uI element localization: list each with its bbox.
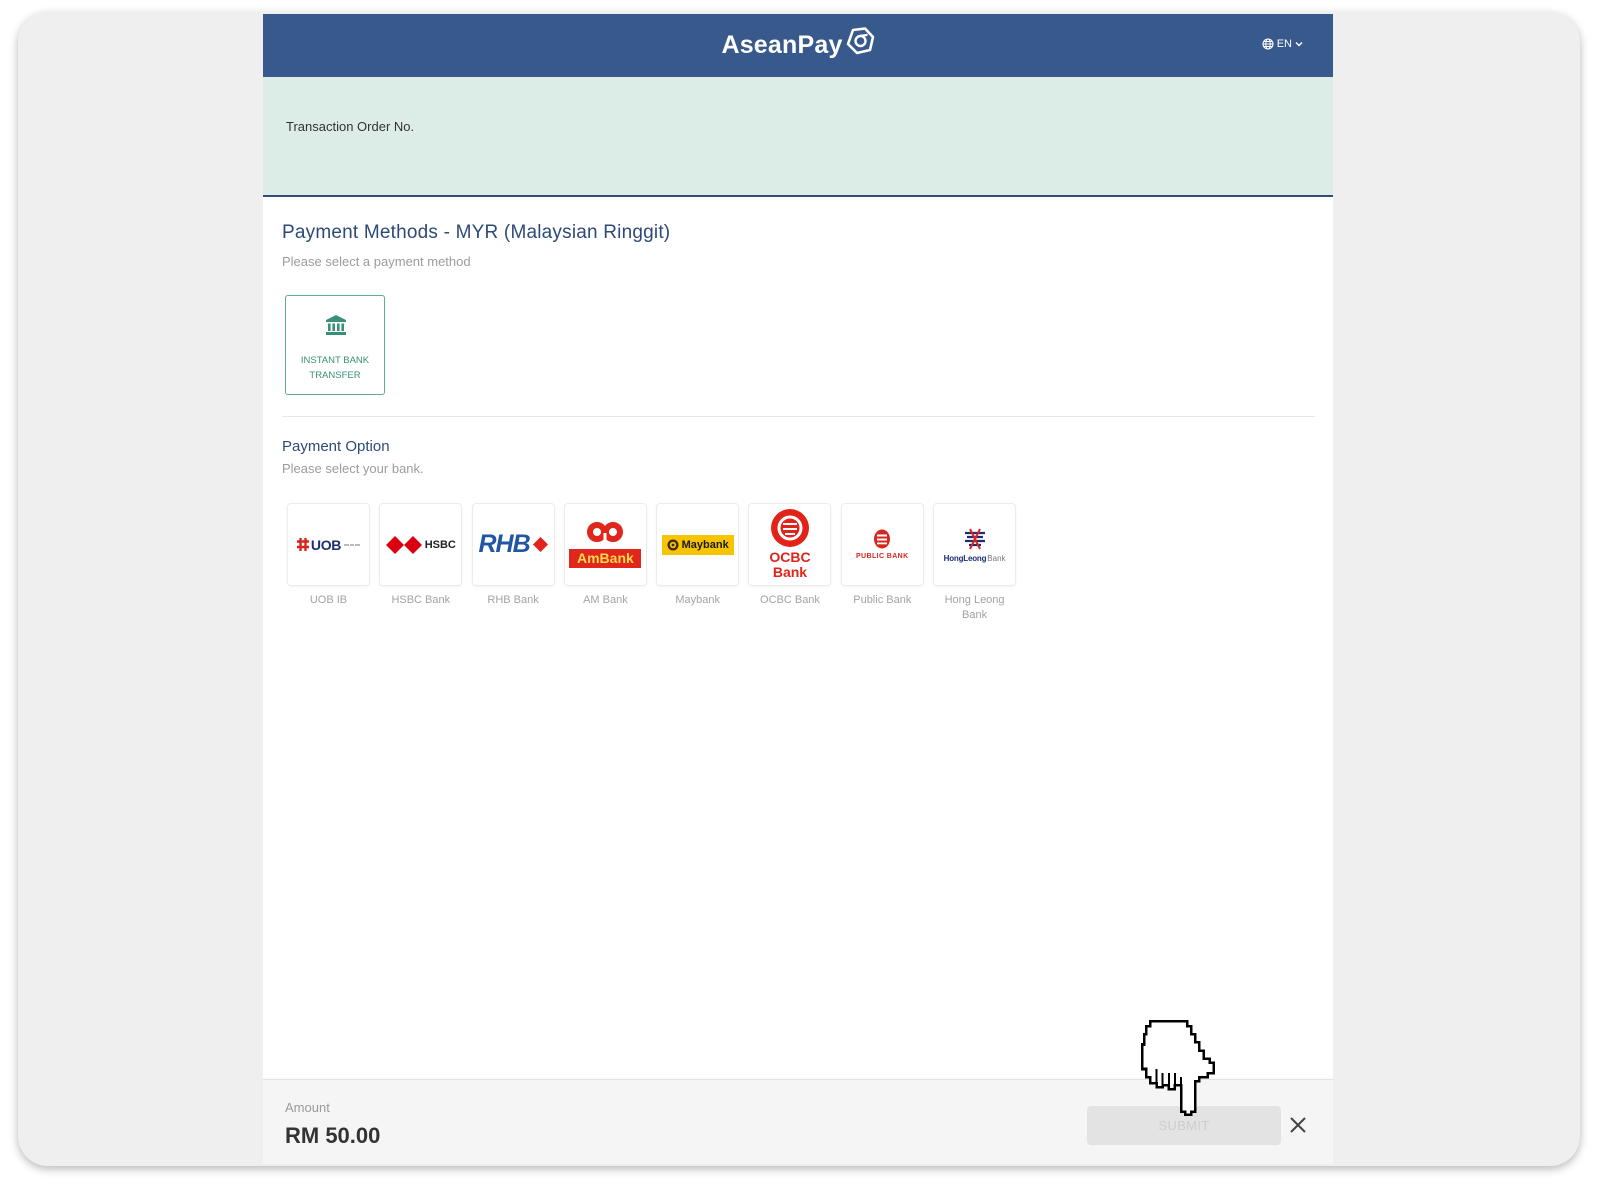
rhb-logo: RHB	[479, 530, 548, 559]
ocbc-logo: OCBC Bank	[769, 509, 811, 580]
ambank-symbol-icon	[587, 522, 624, 543]
maybank-tiger-icon	[667, 539, 679, 550]
bank-label-ambank: AM Bank	[583, 594, 628, 606]
rhb-logo-text: RHB	[478, 530, 531, 558]
ocbc-logo-subtext: Bank	[772, 564, 808, 580]
close-button[interactable]	[1289, 1116, 1307, 1134]
aseanpay-brand: AseanPay	[263, 27, 1333, 60]
uob-logo: UOB	[296, 536, 361, 553]
ambank-logo-text: AmBank	[569, 549, 642, 568]
ocbc-logo-text: OCBC	[769, 549, 811, 565]
top-header: AseanPay EN	[263, 14, 1333, 77]
bank-label-hong-leong: Hong Leong Bank	[944, 594, 1005, 621]
chevron-down-icon	[1295, 42, 1303, 47]
payment-method-instant-bank-transfer[interactable]: INSTANT BANK TRANSFER	[285, 295, 385, 395]
amount-value: RM 50.00	[285, 1123, 381, 1148]
public-bank-emblem-icon	[874, 529, 891, 549]
hong-leong-logo-subtext: Bank	[987, 553, 1006, 563]
globe-icon	[1262, 38, 1274, 50]
transaction-order-label: Transaction Order No.	[286, 119, 415, 134]
bank-tile-ocbc[interactable]: OCBC Bank	[748, 503, 832, 586]
bank-label-uob: UOB IB	[309, 594, 348, 606]
ambank-logo: AmBank	[569, 521, 642, 568]
bank-option-hong-leong[interactable]: HongLeong Bank Hong Leong Bank	[933, 503, 1017, 623]
bank-option-maybank[interactable]: Maybank Maybank	[656, 503, 740, 623]
payment-methods-subtitle: Please select a payment method	[282, 254, 471, 269]
amount-label: Amount	[285, 1100, 330, 1115]
bank-tile-rhb[interactable]: RHB	[471, 503, 555, 586]
bank-tile-uob[interactable]: UOB	[287, 503, 370, 586]
hsbc-hexagon-icon	[385, 535, 422, 554]
bank-list: UOB UOB IB HSBC HSBC Bank RHB RHB Bank A…	[287, 503, 1017, 623]
uob-logo-text: UOB	[310, 536, 342, 553]
bank-tile-ambank[interactable]: AmBank	[563, 503, 647, 586]
maybank-logo: Maybank	[661, 534, 734, 555]
hsbc-logo-text: HSBC	[424, 538, 456, 551]
bank-label-maybank: Maybank	[675, 594, 720, 606]
hand-pointer-icon	[1140, 1020, 1216, 1116]
brand-name: AseanPay	[721, 31, 843, 59]
uob-logo-tail	[344, 543, 361, 546]
rhb-diamond-icon	[532, 537, 548, 552]
bank-label-ocbc: OCBC Bank	[760, 594, 820, 606]
bank-option-ambank[interactable]: AmBank AM Bank	[563, 503, 647, 623]
payment-method-label: INSTANT BANK TRANSFER	[300, 355, 370, 381]
uob-mark-icon	[296, 538, 309, 551]
bank-option-uob[interactable]: UOB UOB IB	[287, 503, 370, 623]
transaction-info-band: Transaction Order No.	[263, 77, 1333, 197]
hong-leong-logo-text: HongLeong	[943, 553, 987, 563]
bank-label-rhb: RHB Bank	[487, 594, 539, 606]
bank-option-hsbc[interactable]: HSBC HSBC Bank	[379, 503, 463, 623]
hsbc-logo: HSBC	[385, 535, 456, 554]
language-code: EN	[1276, 38, 1292, 50]
bank-label-hsbc: HSBC Bank	[391, 594, 451, 606]
hong-leong-emblem-icon	[964, 528, 985, 549]
public-bank-logo: PUBLIC BANK	[856, 529, 909, 560]
ocbc-circle-icon	[770, 509, 809, 547]
bank-tile-hong-leong[interactable]: HongLeong Bank	[933, 503, 1017, 586]
payment-option-subtitle: Please select your bank.	[282, 461, 424, 476]
close-icon	[1290, 1117, 1306, 1133]
payment-methods-title: Payment Methods - MYR (Malaysian Ringgit…	[282, 222, 671, 243]
bank-option-ocbc[interactable]: OCBC Bank OCBC Bank	[748, 503, 832, 623]
language-selector[interactable]: EN	[1262, 37, 1303, 51]
hong-leong-logo: HongLeong Bank	[944, 527, 1006, 563]
bank-option-public-bank[interactable]: PUBLIC BANK Public Bank	[840, 503, 924, 623]
maybank-logo-box: Maybank	[661, 534, 734, 555]
maybank-logo-text: Maybank	[681, 538, 729, 551]
bank-label-public-bank: Public Bank	[853, 594, 912, 606]
aseanpay-logo-icon	[846, 27, 874, 55]
bank-building-icon	[326, 315, 346, 335]
payment-page: AseanPay EN Transaction Order No. Paymen…	[263, 14, 1333, 1164]
bank-tile-hsbc[interactable]: HSBC	[379, 503, 463, 586]
public-bank-logo-text: PUBLIC BANK	[855, 553, 909, 560]
bank-tile-maybank[interactable]: Maybank	[656, 503, 740, 586]
hong-leong-logo-wordmark: HongLeong Bank	[944, 554, 1006, 563]
bank-option-rhb[interactable]: RHB RHB Bank	[471, 503, 555, 623]
section-divider	[282, 416, 1315, 417]
bank-tile-public-bank[interactable]: PUBLIC BANK	[840, 503, 924, 586]
payment-option-title: Payment Option	[282, 438, 390, 455]
